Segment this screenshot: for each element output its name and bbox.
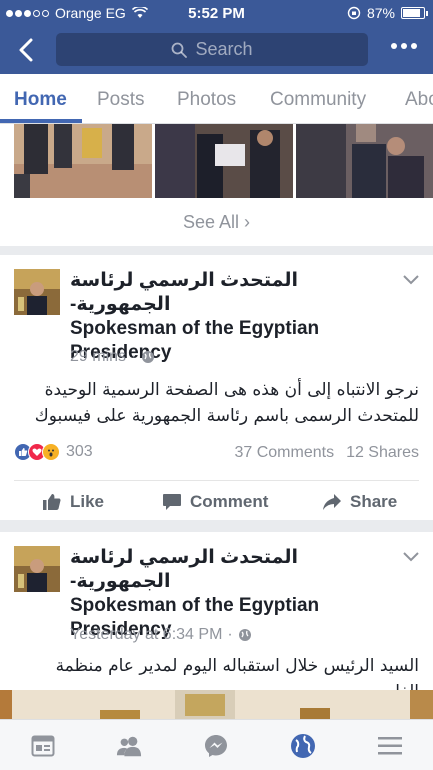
search-icon [172, 42, 188, 58]
wow-reaction-icon [42, 443, 60, 461]
chevron-left-icon [19, 38, 33, 62]
post-meta: 29 mins · [70, 348, 155, 366]
friends-icon [116, 736, 142, 757]
photo-thumbnail[interactable] [296, 124, 433, 198]
page-name-arabic: المتحدث الرسمي لرئاسة الجمهورية- [70, 270, 298, 315]
post-time[interactable]: Yesterday at 6:34 PM [70, 626, 222, 644]
globe-icon [142, 351, 155, 363]
post-text-line: نرجو الانتباه إلى أن هذه هى الصفحة الرسم… [44, 380, 419, 400]
photo-thumbnail[interactable] [14, 124, 152, 198]
bottom-navigation [0, 719, 433, 770]
dot-icon [391, 43, 397, 49]
post-body: نرجو الانتباه إلى أن هذه هى الصفحة الرسم… [19, 377, 419, 429]
thumbs-up-icon [43, 494, 61, 510]
post-text-line: للمتحدث الرسمى باسم رئاسة الجمهورية على … [34, 406, 419, 426]
comment-icon [163, 494, 181, 510]
tab-about[interactable]: Abo [405, 89, 433, 111]
comment-label: Comment [190, 492, 269, 511]
globe-icon [291, 734, 315, 758]
engagement-counts: 37 Comments 12 Shares [234, 444, 419, 462]
comments-count[interactable]: 37 Comments [234, 444, 334, 462]
reactions-summary[interactable]: 303 [14, 443, 93, 461]
status-right: 87% [347, 5, 428, 21]
more-options-button[interactable] [391, 43, 417, 49]
notifications-tab[interactable] [290, 733, 316, 759]
share-label: Share [350, 492, 398, 511]
post-meta: Yesterday at 6:34 PM · [70, 626, 252, 644]
news-feed-icon [31, 735, 55, 757]
status-bar: Orange EG 5:52 PM 87% [0, 0, 433, 26]
post-time[interactable]: 29 mins [70, 348, 126, 366]
tab-home[interactable]: Home [14, 89, 67, 111]
chevron-down-icon[interactable] [403, 275, 419, 285]
menu-tab[interactable] [377, 733, 403, 759]
share-icon [323, 494, 341, 510]
photo-thumbnail[interactable] [155, 124, 293, 198]
back-button[interactable] [14, 36, 40, 64]
shares-count[interactable]: 12 Shares [346, 444, 419, 462]
post-card: المتحدث الرسمي لرئاسة الجمهورية- Spokesm… [0, 532, 433, 719]
battery-percent: 87% [366, 5, 395, 21]
page-avatar[interactable] [14, 546, 60, 592]
messenger-tab[interactable] [203, 733, 229, 759]
search-input[interactable]: Search [56, 33, 368, 66]
battery-icon [401, 7, 428, 19]
page-avatar[interactable] [14, 269, 60, 315]
separator-dot: · [131, 348, 137, 365]
tab-photos[interactable]: Photos [177, 89, 236, 111]
globe-icon [238, 629, 251, 641]
page-name-arabic: المتحدث الرسمي لرئاسة الجمهورية- [70, 547, 298, 592]
nav-bar: Search [0, 26, 433, 74]
post-card: المتحدث الرسمي لرئاسة الجمهورية- Spokesm… [0, 255, 433, 520]
divider [14, 480, 419, 481]
reaction-count: 303 [66, 443, 93, 460]
dot-icon [411, 43, 417, 49]
like-label: Like [70, 492, 105, 511]
battery-fill [403, 9, 421, 17]
friends-tab[interactable] [116, 733, 142, 759]
comment-button[interactable]: Comment [162, 492, 268, 512]
dot-icon [401, 43, 407, 49]
chevron-right-icon: › [244, 212, 251, 232]
like-button[interactable]: Like [42, 492, 104, 512]
share-button[interactable]: Share [322, 492, 397, 512]
see-all-label: See All [182, 212, 240, 232]
messenger-icon [205, 735, 227, 757]
post-image[interactable] [0, 690, 433, 719]
tab-community[interactable]: Community [270, 89, 366, 111]
news-feed-tab[interactable] [30, 733, 56, 759]
orientation-lock-icon [347, 6, 361, 20]
search-placeholder: Search [195, 39, 253, 59]
photos-section: See All › [0, 124, 433, 246]
separator-dot: · [227, 626, 233, 643]
chevron-down-icon[interactable] [403, 552, 419, 562]
see-all-link[interactable]: See All › [0, 212, 433, 233]
active-tab-indicator [0, 119, 82, 123]
menu-icon [378, 737, 402, 755]
page-tabs: Home Posts Photos Community Abo [0, 74, 433, 124]
tab-posts[interactable]: Posts [97, 89, 145, 111]
